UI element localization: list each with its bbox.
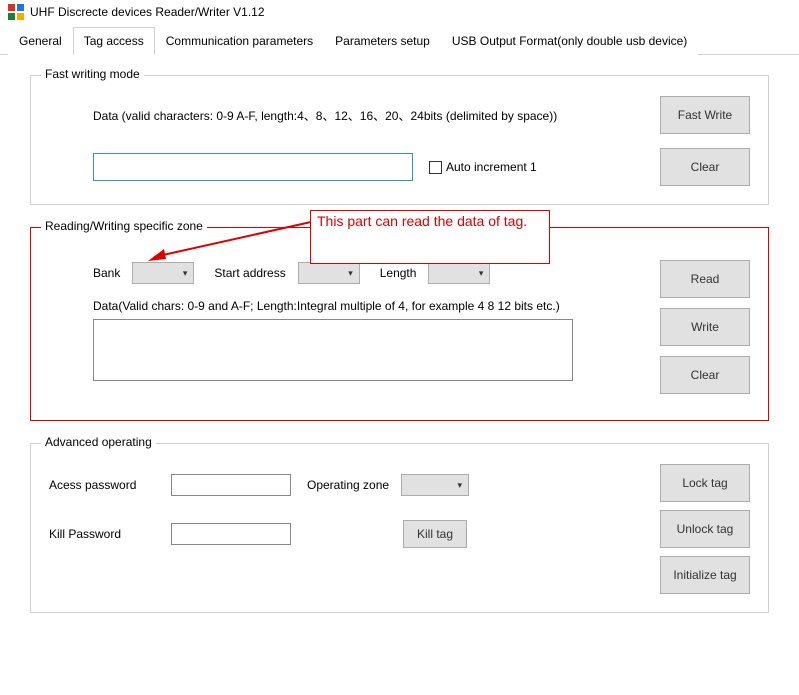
titlebar: UHF Discrecte devices Reader/Writer V1.1… [0, 0, 799, 24]
kill-password-label: Kill Password [49, 527, 159, 541]
chevron-down-icon: ▾ [183, 268, 188, 279]
start-address-select[interactable]: ▾ [298, 262, 360, 284]
start-address-label: Start address [214, 266, 285, 280]
advanced-operating-group: Advanced operating Acess password Operat… [30, 443, 769, 613]
rw-clear-button[interactable]: Clear [660, 356, 750, 394]
write-button[interactable]: Write [660, 308, 750, 346]
fast-write-clear-button[interactable]: Clear [660, 148, 750, 186]
tab-general[interactable]: General [8, 27, 73, 55]
chevron-down-icon: ▾ [458, 480, 463, 491]
annotation-callout: This part can read the data of tag. [310, 210, 550, 264]
initialize-tag-button[interactable]: Initialize tag [660, 556, 750, 594]
tab-communication-parameters[interactable]: Communication parameters [155, 27, 324, 55]
auto-increment-option[interactable]: Auto increment 1 [429, 160, 537, 174]
bank-label: Bank [93, 266, 120, 280]
app-icon [8, 4, 24, 20]
chevron-down-icon: ▾ [479, 268, 484, 279]
fast-writing-data-label: Data (valid characters: 0-9 A-F, length:… [93, 107, 557, 124]
length-select[interactable]: ▾ [428, 262, 490, 284]
unlock-tag-button[interactable]: Unlock tag [660, 510, 750, 548]
read-button[interactable]: Read [660, 260, 750, 298]
rw-data-hint: Data(Valid chars: 0-9 and A-F; Length:In… [93, 298, 573, 315]
fast-writing-mode-title: Fast writing mode [41, 67, 144, 81]
annotation-text: This part can read the data of tag. [317, 213, 527, 229]
kill-password-input[interactable] [171, 523, 291, 545]
tabs: General Tag access Communication paramet… [0, 26, 799, 55]
access-password-input[interactable] [171, 474, 291, 496]
lock-tag-button[interactable]: Lock tag [660, 464, 750, 502]
tab-tag-access[interactable]: Tag access [73, 27, 155, 55]
auto-increment-checkbox[interactable] [429, 161, 442, 174]
window-title: UHF Discrecte devices Reader/Writer V1.1… [30, 5, 265, 19]
advanced-operating-title: Advanced operating [41, 435, 156, 449]
length-label: Length [380, 266, 417, 280]
fast-write-button[interactable]: Fast Write [660, 96, 750, 134]
chevron-down-icon: ▾ [348, 268, 353, 279]
tab-parameters-setup[interactable]: Parameters setup [324, 27, 441, 55]
content: Fast writing mode Data (valid characters… [0, 55, 799, 655]
rw-data-textarea[interactable] [93, 319, 573, 381]
reading-writing-zone-title: Reading/Writing specific zone [41, 219, 207, 233]
operating-zone-label: Operating zone [307, 478, 389, 492]
fast-write-input[interactable] [93, 153, 413, 181]
auto-increment-label: Auto increment 1 [446, 160, 537, 174]
fast-writing-mode-group: Fast writing mode Data (valid characters… [30, 75, 769, 205]
kill-tag-button[interactable]: Kill tag [403, 520, 467, 548]
operating-zone-select[interactable]: ▾ [401, 474, 469, 496]
bank-select[interactable]: ▾ [132, 262, 194, 284]
access-password-label: Acess password [49, 478, 159, 492]
tab-usb-output-format[interactable]: USB Output Format(only double usb device… [441, 27, 698, 55]
